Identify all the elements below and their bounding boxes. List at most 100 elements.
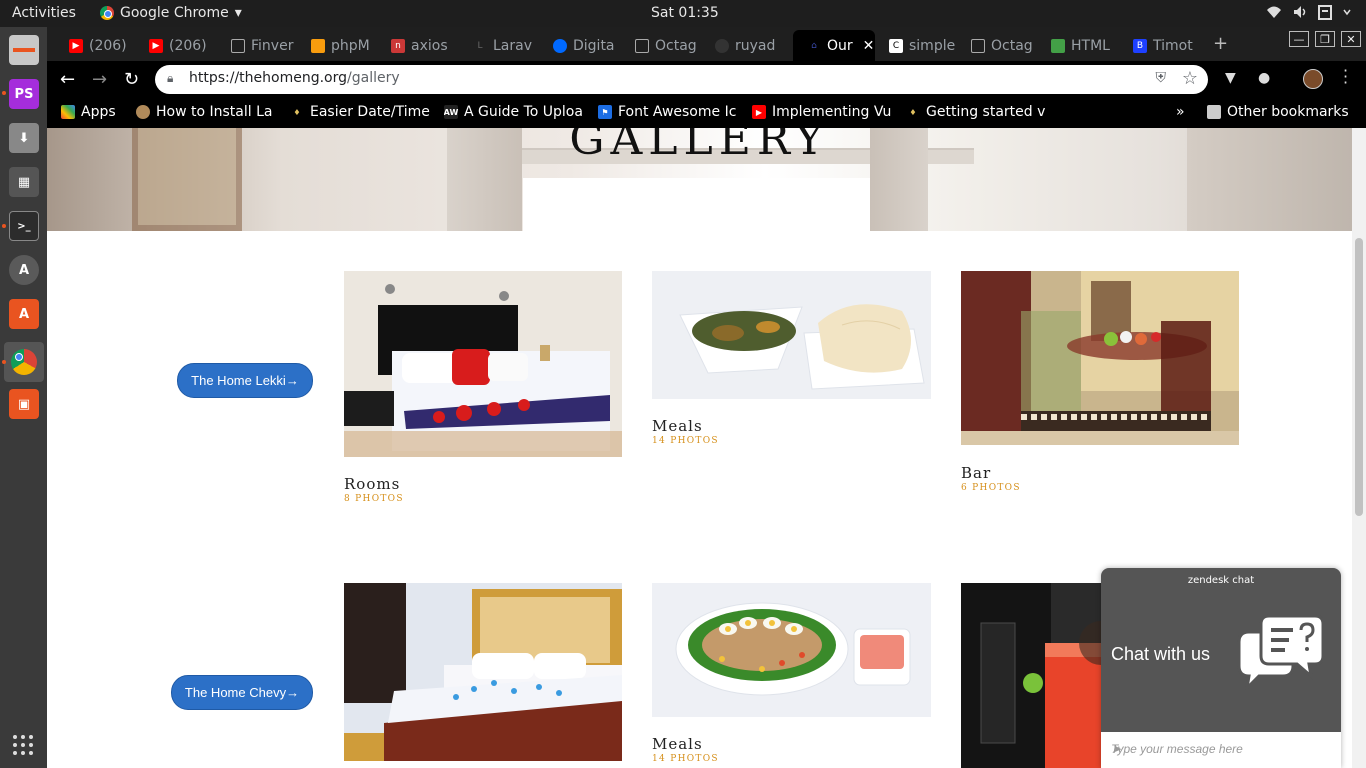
wifi-icon	[1267, 6, 1281, 18]
terminal-label: >_	[17, 220, 31, 232]
bookmarks-overflow-button[interactable]: »	[1176, 104, 1185, 120]
chrome-icon[interactable]	[4, 342, 44, 382]
github-icon	[715, 38, 729, 53]
rooms-image[interactable]	[344, 583, 622, 761]
back-button[interactable]: ←	[60, 69, 75, 90]
updater-icon[interactable]: A	[9, 255, 39, 285]
page-icon	[635, 38, 649, 53]
site-icon: ⌂	[811, 40, 817, 51]
bookmark-date-time[interactable]: ♦ Easier Date/Time	[290, 104, 430, 120]
scrollbar-thumb[interactable]	[1355, 238, 1363, 516]
terminal-icon[interactable]: >_	[9, 211, 39, 241]
tab-axios[interactable]: n axios	[377, 30, 457, 61]
tab-html[interactable]: HTML	[1037, 30, 1119, 61]
bookmark-install-laravel[interactable]: How to Install La	[136, 104, 274, 120]
tab-finver[interactable]: Finver	[217, 30, 297, 61]
activities-button[interactable]: Activities	[12, 5, 76, 21]
tab-title: Larav	[493, 37, 532, 54]
salad-photo	[652, 583, 931, 717]
launcher-dock: PS ⬇ ▦ >_ A A ▣	[0, 27, 47, 768]
tab-laravel[interactable]: L Larav	[459, 30, 539, 61]
installer-icon[interactable]: ⬇	[9, 123, 39, 153]
tab-youtube-1[interactable]: ▶ (206)	[55, 30, 135, 61]
location-button-chevy[interactable]: The Home Chevy→	[171, 675, 313, 710]
bar-image[interactable]	[961, 271, 1239, 445]
reload-button[interactable]: ↻	[124, 69, 139, 90]
chevron-down-icon: ▾	[234, 5, 242, 21]
extension-icon[interactable]: ●	[1258, 70, 1270, 86]
bedroom-photo	[344, 271, 622, 457]
vue-devtools-icon[interactable]: ▼	[1225, 70, 1236, 86]
photo-count: 14 PHOTOS	[652, 436, 719, 446]
rooms-image[interactable]	[344, 271, 622, 457]
bookmark-upload-guide[interactable]: AW A Guide To Uploa	[444, 104, 584, 120]
meals-image[interactable]	[652, 583, 931, 717]
menu-icon[interactable]: · · ·	[1343, 63, 1348, 91]
bookmark-other[interactable]: Other bookmarks	[1207, 104, 1349, 120]
address-bar[interactable]: 🔒︎ https://thehomeng.org/gallery ⛨ ☆	[155, 65, 1208, 94]
chat-message-input[interactable]: Type your message here ➤	[1101, 732, 1341, 768]
tab-phpmyadmin[interactable]: phpM	[297, 30, 377, 61]
bookmark-getting-started[interactable]: ♦ Getting started v	[906, 104, 1046, 120]
chat-bubble-icon	[1237, 614, 1325, 693]
running-indicator	[2, 91, 6, 95]
bulb-icon: ♦	[293, 107, 301, 117]
lock-icon[interactable]: 🔒︎	[167, 71, 173, 86]
card-title[interactable]: Bar	[961, 464, 991, 482]
tab-simple[interactable]: Csimple	[875, 30, 957, 61]
chat-widget[interactable]: zendesk chat Chat with us Type your mess…	[1101, 568, 1341, 768]
tab-title: Finver	[251, 37, 294, 54]
tab-title: (206)	[169, 37, 207, 54]
maximize-button[interactable]: ❐	[1315, 31, 1335, 47]
tab-title: Octag	[991, 37, 1033, 54]
video-editor-icon[interactable]: ▦	[9, 167, 39, 197]
updater-label: A	[18, 262, 30, 278]
meals-image[interactable]	[652, 271, 931, 399]
tab-octagon-2[interactable]: Octag	[957, 30, 1037, 61]
bookmark-apps[interactable]: Apps	[61, 104, 116, 120]
bookmark-font-awesome[interactable]: ⚑ Font Awesome Ic	[598, 104, 739, 120]
card-title[interactable]: Rooms	[344, 475, 400, 493]
forward-button[interactable]: →	[92, 69, 107, 90]
files-icon[interactable]	[9, 35, 39, 65]
system-tray[interactable]	[1266, 4, 1352, 20]
clock[interactable]: Sat 01:35	[651, 5, 719, 21]
page-icon	[971, 38, 985, 53]
card-title[interactable]: Meals	[652, 417, 703, 435]
chat-brand: zendesk chat	[1187, 575, 1255, 586]
url-path: /gallery	[347, 70, 400, 86]
phpstorm-icon[interactable]: PS	[9, 79, 39, 109]
send-icon[interactable]: ➤	[1111, 742, 1331, 756]
chat-cta[interactable]: Chat with us	[1111, 644, 1210, 665]
tab-timothy[interactable]: B Timot	[1119, 30, 1199, 61]
close-window-button[interactable]: ✕	[1341, 31, 1361, 47]
tab-youtube-2[interactable]: ▶ (206)	[135, 30, 215, 61]
tab-strip: ▶ (206) ▶ (206) Finver phpM n axios L Larav …	[47, 27, 1366, 61]
app-menu[interactable]: Google Chrome ▾	[100, 5, 242, 21]
folder-icon	[1207, 105, 1221, 119]
page-title: GALLERY	[569, 128, 830, 165]
tab-octagon-1[interactable]: Octag	[621, 30, 701, 61]
tab-digitalocean[interactable]: Digita	[539, 30, 619, 61]
tab-title: ruyad	[735, 37, 776, 54]
bookmark-label: Getting started v	[926, 104, 1046, 120]
star-icon[interactable]: ☆	[1182, 68, 1198, 89]
minimize-button[interactable]: —	[1289, 31, 1309, 47]
screenshot-icon[interactable]: ▣	[9, 389, 39, 419]
shield-icon[interactable]: ⛨	[1156, 70, 1167, 86]
new-tab-button[interactable]: +	[1213, 33, 1228, 54]
url-text[interactable]: https://thehomeng.org/gallery	[189, 70, 400, 86]
globe-icon	[136, 105, 150, 119]
card-title[interactable]: Meals	[652, 735, 703, 753]
page-scrollbar[interactable]	[1352, 128, 1366, 768]
software-center-icon[interactable]: A	[9, 299, 39, 329]
bookmark-implementing-vue[interactable]: ▶ Implementing Vu	[752, 104, 892, 120]
avatar[interactable]	[1303, 69, 1323, 89]
tab-active-gallery[interactable]: ⌂ Our ✕	[793, 30, 875, 61]
location-button-lekki[interactable]: The Home Lekki→	[177, 363, 313, 398]
tab-github[interactable]: ruyad	[701, 30, 781, 61]
close-icon[interactable]: ✕	[863, 38, 875, 54]
app-name: Google Chrome	[120, 5, 229, 21]
apps-grid-icon	[61, 105, 75, 119]
show-apps-icon[interactable]	[13, 735, 33, 755]
